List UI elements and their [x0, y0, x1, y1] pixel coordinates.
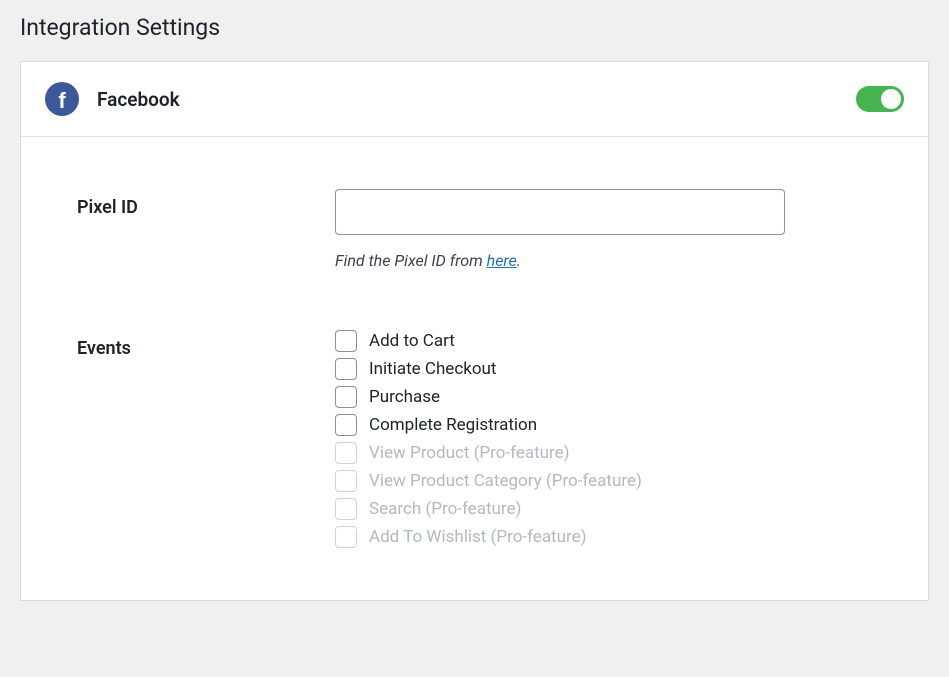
panel-header-left: f Facebook	[45, 82, 180, 116]
events-row: Events Add to Cart Initiate Checkout Purch…	[77, 330, 904, 548]
pixel-id-help: Find the Pixel ID from here.	[335, 251, 904, 270]
event-row: Add To Wishlist (Pro-feature)	[335, 526, 904, 548]
event-checkbox[interactable]	[335, 358, 357, 380]
event-checkbox	[335, 498, 357, 520]
event-checkbox[interactable]	[335, 330, 357, 352]
event-checkbox[interactable]	[335, 414, 357, 436]
event-label: Add To Wishlist (Pro-feature)	[369, 527, 587, 547]
event-checkbox	[335, 526, 357, 548]
help-suffix: .	[517, 251, 521, 270]
event-label: View Product (Pro-feature)	[369, 443, 570, 463]
event-label: Add to Cart	[369, 331, 455, 351]
event-label: Search (Pro-feature)	[369, 499, 521, 519]
provider-name: Facebook	[97, 88, 180, 111]
facebook-icon: f	[45, 82, 79, 116]
event-checkbox	[335, 442, 357, 464]
pixel-id-control: Find the Pixel ID from here.	[335, 189, 904, 270]
page-title: Integration Settings	[0, 0, 949, 61]
help-prefix: Find the Pixel ID from	[335, 251, 487, 270]
event-label: Initiate Checkout	[369, 359, 496, 379]
pixel-id-input[interactable]	[335, 189, 785, 235]
event-row: Search (Pro-feature)	[335, 498, 904, 520]
events-checkbox-group: Add to Cart Initiate Checkout Purchase Comp…	[335, 330, 904, 548]
event-row: Initiate Checkout	[335, 358, 904, 380]
pixel-id-help-link[interactable]: here	[487, 251, 517, 270]
pixel-id-row: Pixel ID Find the Pixel ID from here.	[77, 189, 904, 270]
panel-header: f Facebook	[21, 62, 928, 137]
event-row: Purchase	[335, 386, 904, 408]
event-label: Complete Registration	[369, 415, 537, 435]
events-control: Add to Cart Initiate Checkout Purchase Comp…	[335, 330, 904, 548]
event-row: Add to Cart	[335, 330, 904, 352]
event-row: Complete Registration	[335, 414, 904, 436]
pixel-id-label: Pixel ID	[77, 189, 335, 218]
event-row: View Product Category (Pro-feature)	[335, 470, 904, 492]
event-label: Purchase	[369, 387, 440, 407]
panel-body: Pixel ID Find the Pixel ID from here. Ev…	[21, 137, 928, 600]
events-label: Events	[77, 330, 335, 359]
integration-panel: f Facebook Pixel ID Find the Pixel ID fr…	[20, 61, 929, 601]
enable-toggle[interactable]	[856, 86, 904, 112]
event-checkbox	[335, 470, 357, 492]
event-checkbox[interactable]	[335, 386, 357, 408]
event-row: View Product (Pro-feature)	[335, 442, 904, 464]
event-label: View Product Category (Pro-feature)	[369, 471, 642, 491]
